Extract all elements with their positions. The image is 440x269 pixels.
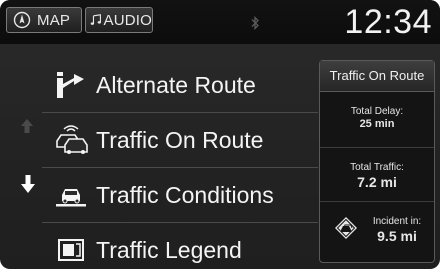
traffic-info-panel: Traffic On Route Total Delay: 25 min Tot… (319, 60, 435, 263)
music-note-icon (90, 14, 101, 25)
menu-item-label: Traffic On Route (96, 126, 264, 153)
arrow-up-icon[interactable] (20, 118, 34, 134)
arrow-down-icon[interactable] (20, 174, 36, 194)
incident-value: 9.5 mi (377, 228, 417, 244)
traffic-conditions-icon (52, 180, 90, 210)
map-tab-button[interactable]: MAP (6, 7, 82, 33)
menu-item-label: Alternate Route (96, 71, 256, 98)
top-bar: MAP AUDIO 12:34 (0, 0, 440, 44)
total-traffic-block: Total Traffic: 7.2 mi (320, 161, 434, 191)
traffic-legend-icon (52, 235, 90, 265)
bluetooth-icon (251, 16, 259, 30)
audio-tab-label: AUDIO (103, 11, 152, 29)
total-delay-value: 25 min (359, 118, 395, 130)
panel-divider (320, 147, 434, 148)
panel-divider (320, 201, 434, 202)
alternate-route-icon (52, 70, 90, 100)
navigation-screen: MAP AUDIO 12:34 Alternate Route Traffic … (0, 0, 440, 269)
compass-icon (13, 11, 31, 29)
panel-title: Traffic On Route (320, 61, 434, 92)
clock-display: 12:34 (344, 3, 432, 41)
traffic-menu-list: Alternate Route Traffic On Route Traffic… (42, 58, 318, 269)
menu-item-traffic-legend[interactable]: Traffic Legend (42, 223, 318, 269)
menu-item-alternate-route[interactable]: Alternate Route (42, 58, 318, 113)
traffic-on-route-icon (52, 125, 90, 155)
total-delay-block: Total Delay: 25 min (320, 105, 434, 131)
menu-item-label: Traffic Legend (96, 236, 242, 263)
menu-item-traffic-on-route[interactable]: Traffic On Route (42, 113, 318, 168)
total-delay-label: Total Delay: (350, 106, 404, 117)
incident-block: Incident in: 9.5 mi (330, 211, 430, 251)
total-traffic-label: Total Traffic: (350, 162, 404, 173)
incident-label: Incident in: (372, 216, 422, 227)
map-tab-label: MAP (37, 11, 71, 29)
incident-warning-icon (335, 217, 357, 239)
audio-tab-button[interactable]: AUDIO (85, 7, 153, 33)
incident-text: Incident in: 9.5 mi (364, 215, 430, 245)
total-traffic-value: 7.2 mi (357, 174, 397, 190)
menu-item-traffic-conditions[interactable]: Traffic Conditions (42, 168, 318, 223)
menu-item-label: Traffic Conditions (96, 181, 274, 208)
